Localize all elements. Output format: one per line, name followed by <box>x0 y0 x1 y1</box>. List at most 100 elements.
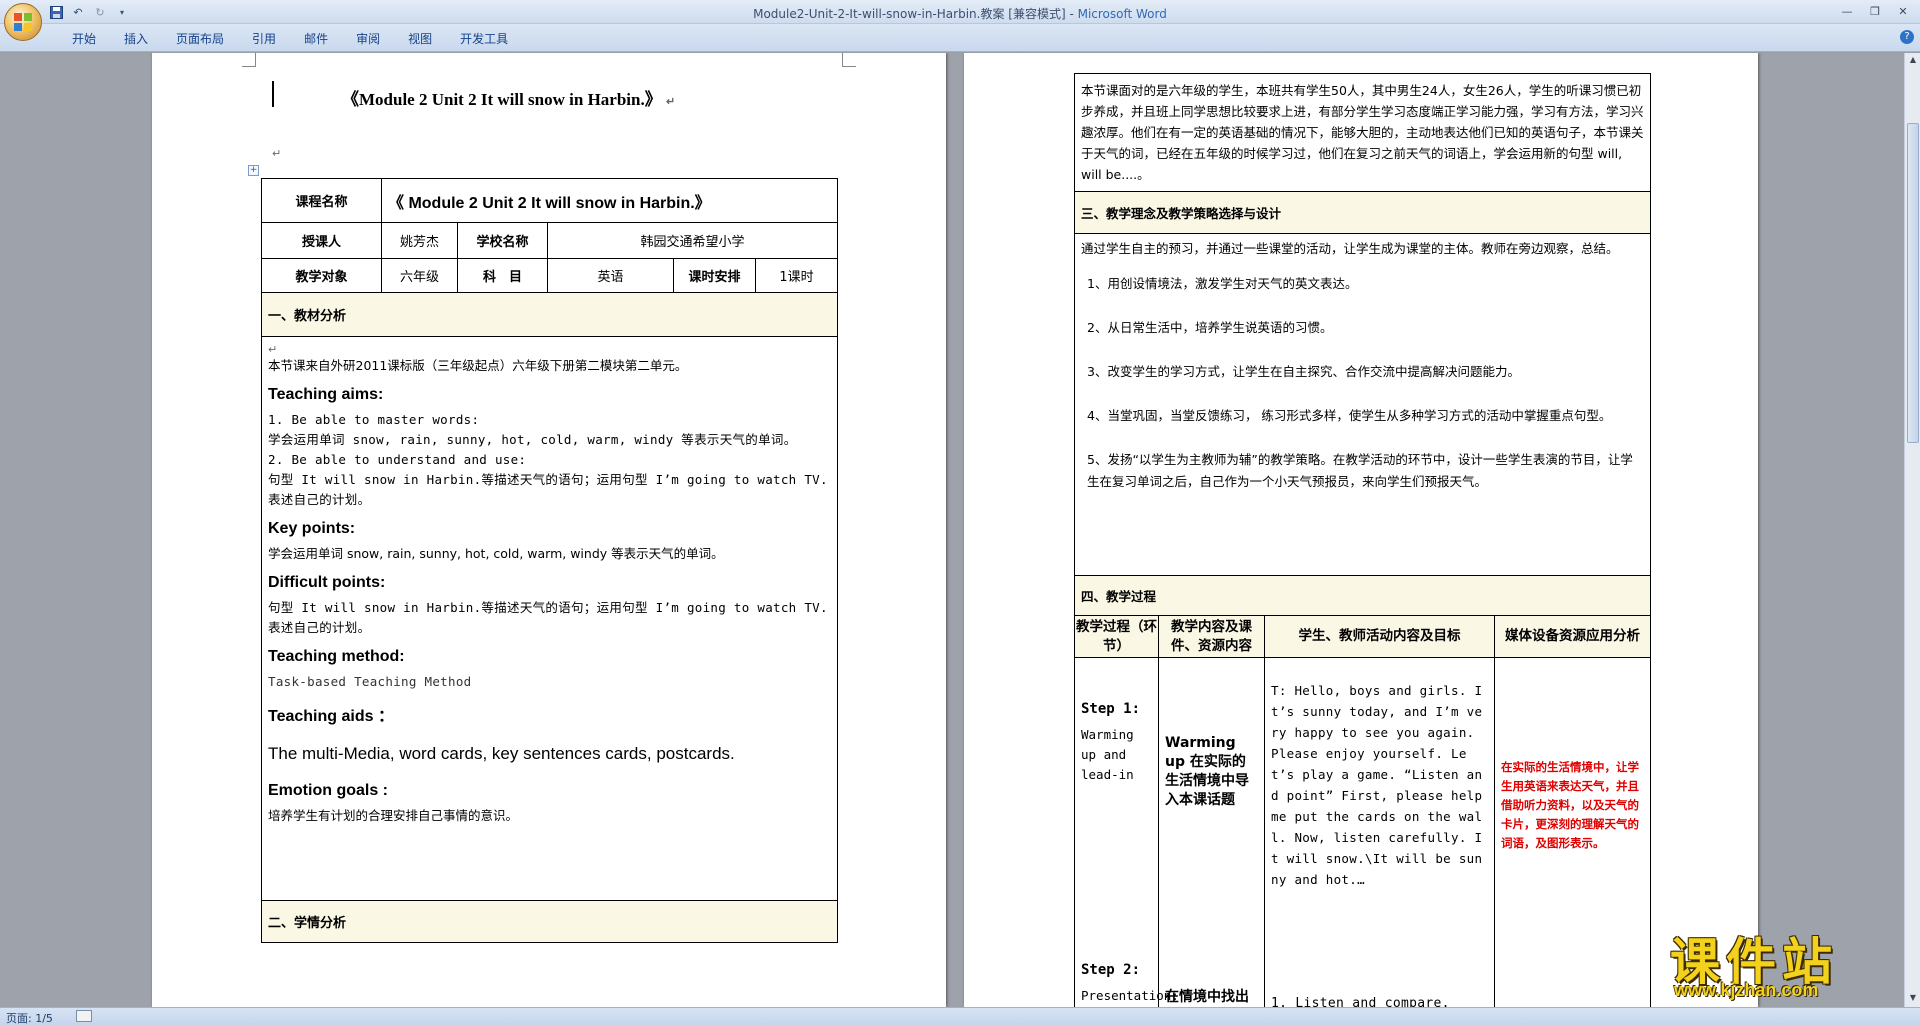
strategy-intro-text: 通过学生自主的预习，并通过一些课堂的活动，让学生成为课堂的主体。教师在旁边观察，… <box>1081 241 1619 256</box>
aim-2-text: 句型 It will snow in Harbin.等描述天气的语句；运用句型 … <box>268 472 828 507</box>
lesson-plan-table: 课程名称 《 Module 2 Unit 2 It will snow in H… <box>261 178 838 943</box>
step-2-label: Step 2: <box>1081 962 1141 978</box>
difficult-points-text: 句型 It will snow in Harbin.等描述天气的语句；运用句型 … <box>268 600 828 635</box>
text-cursor <box>272 81 274 107</box>
section-title-teaching-strategy: 三、教学理念及教学策略选择与设计 <box>1073 191 1652 234</box>
process-activity-cell: T: Hello, boys and girls. It’s sunny tod… <box>1264 657 1495 1007</box>
course-name-value: 《 Module 2 Unit 2 It will snow in Harbin… <box>381 178 838 223</box>
hours-label: 课时安排 <box>673 258 756 293</box>
tab-references[interactable]: 引用 <box>238 30 290 48</box>
strategy-item: 3、改变学生的学习方式，让学生在自主探究、合作交流中提高解决问题能力。 <box>1087 364 1520 379</box>
process-header-stage: 教学过程（环节） <box>1074 615 1159 658</box>
document-heading-text: 《Module 2 Unit 2 It will snow in Harbin.… <box>342 90 662 109</box>
emotion-goals-text: 培养学生有计划的合理安排自己事情的意识。 <box>268 808 519 823</box>
step-2-subtitle: Presentation: <box>1081 988 1179 1003</box>
intro-text: 本节课来自外研2011课标版（三年级起点）六年级下册第二模块第二单元。 <box>268 358 688 373</box>
step-1-subtitle: Warming up and lead-in <box>1081 727 1134 782</box>
teaching-aids-text: The multi-Media, word cards, key sentenc… <box>268 744 735 763</box>
status-bar: 页面: 1/5 <box>0 1007 1920 1025</box>
table-move-handle-icon[interactable]: + <box>248 165 259 176</box>
step-1-label: Step 1: <box>1081 701 1141 717</box>
window-title-document: Module2-Unit-2-It-will-snow-in-Harbin.教案… <box>753 7 1078 21</box>
key-points-text: 学会运用单词 snow, rain, sunny, hot, cold, war… <box>268 546 724 561</box>
restore-icon[interactable]: ❐ <box>1862 2 1888 20</box>
watermark-logo: 课件站 www.kjzhan.com <box>1670 922 1910 1002</box>
window-controls: — ❐ ✕ <box>1834 2 1916 20</box>
vertical-scrollbar[interactable]: ▲ ▼ <box>1904 53 1920 1007</box>
paragraph-mark: ↵ <box>268 343 278 356</box>
aim-2-title: 2. Be able to understand and use: <box>268 452 527 467</box>
tab-view[interactable]: 视图 <box>394 30 446 48</box>
document-workspace[interactable]: 《Module 2 Unit 2 It will snow in Harbin.… <box>0 53 1904 1007</box>
office-logo-icon <box>14 13 34 33</box>
paragraph-mark: ↵ <box>272 147 282 160</box>
ribbon-tab-bar: 开始 插入 页面布局 引用 邮件 审阅 视图 开发工具 ? <box>0 24 1920 52</box>
school-value: 韩园交通希望小学 <box>547 222 838 259</box>
process-content-cell: Warming up 在实际的生活情境中导入本课话题 在情境中找出句子的不 <box>1158 657 1265 1007</box>
tab-insert[interactable]: 插入 <box>110 30 162 48</box>
window-title-app: Microsoft Word <box>1077 7 1167 21</box>
watermark-url: www.kjzhan.com <box>1674 980 1819 1000</box>
teaching-aids-heading: Teaching aids ： <box>268 708 394 725</box>
crop-mark <box>842 53 856 67</box>
close-icon[interactable]: ✕ <box>1890 2 1916 20</box>
target-label: 教学对象 <box>261 258 382 293</box>
hours-value: 1课时 <box>755 258 838 293</box>
teacher-value: 姚芳杰 <box>381 222 458 259</box>
step-1-activity: T: Hello, boys and girls. It’s sunny tod… <box>1271 683 1483 887</box>
paragraph-mark: ↵ <box>666 96 676 108</box>
textbook-analysis-content: ↵ 本节课来自外研2011课标版（三年级起点）六年级下册第二模块第二单元。 Te… <box>261 336 838 901</box>
teaching-method-heading: Teaching method: <box>268 648 405 665</box>
section-title-teaching-process: 四、教学过程 <box>1073 575 1652 616</box>
minimize-icon[interactable]: — <box>1834 2 1860 20</box>
tab-page-layout[interactable]: 页面布局 <box>162 30 238 48</box>
document-page-1[interactable]: 《Module 2 Unit 2 It will snow in Harbin.… <box>152 53 946 1007</box>
step-1-media-analysis: 在实际的生活情境中，让学生用英语来表达天气，并且借助听力资料，以及天气的卡片，更… <box>1501 760 1639 850</box>
aim-1-title: 1. Be able to master words: <box>268 412 480 427</box>
crop-mark <box>242 53 256 67</box>
difficult-points-heading: Difficult points: <box>268 574 386 591</box>
process-header-media: 媒体设备资源应用分析 <box>1493 615 1652 658</box>
document-page-2[interactable]: 本节课面对的是六年级的学生，本班共有学生50人，其中男生24人，女生26人，学生… <box>964 53 1758 1007</box>
tab-review[interactable]: 审阅 <box>342 30 394 48</box>
aim-1-text: 学会运用单词 snow, rain, sunny, hot, cold, war… <box>268 432 797 447</box>
teaching-aims-heading: Teaching aims: <box>268 386 384 403</box>
subject-value: 英语 <box>547 258 674 293</box>
strategy-item: 2、从日常生活中，培养学生说英语的习惯。 <box>1087 320 1333 335</box>
proofing-language-icon[interactable] <box>76 1010 92 1022</box>
key-points-heading: Key points: <box>268 520 356 537</box>
help-icon[interactable]: ? <box>1900 30 1914 44</box>
lesson-plan-table-continued: 本节课面对的是六年级的学生，本班共有学生50人，其中男生24人，女生26人，学生… <box>1073 73 1652 1007</box>
title-bar: ↶ ↻ ▾ Module2-Unit-2-It-will-snow-in-Har… <box>0 0 1920 24</box>
office-button[interactable] <box>4 3 42 41</box>
emotion-goals-heading: Emotion goals : <box>268 782 388 799</box>
teaching-strategy-content: 通过学生自主的预习，并通过一些课堂的活动，让学生成为课堂的主体。教师在旁边观察，… <box>1073 233 1652 576</box>
step-1-content: Warming up 在实际的生活情境中导入本课话题 <box>1165 735 1249 808</box>
scrollbar-thumb[interactable] <box>1907 123 1919 443</box>
strategy-item: 5、发扬“以学生为主教师为辅”的教学策略。在教学活动的环节中，设计一些学生表演的… <box>1087 452 1633 489</box>
process-media-cell: 在实际的生活情境中，让学生用英语来表达天气，并且借助听力资料，以及天气的卡片，更… <box>1493 657 1652 1007</box>
strategy-item: 4、当堂巩固，当堂反馈练习， 练习形式多样，使学生从多种学习方式的活动中掌握重点… <box>1087 408 1612 423</box>
subject-label: 科 目 <box>457 258 548 293</box>
scroll-up-icon[interactable]: ▲ <box>1907 55 1919 67</box>
target-value: 六年级 <box>381 258 458 293</box>
document-heading: 《Module 2 Unit 2 It will snow in Harbin.… <box>342 85 675 110</box>
course-name-label: 课程名称 <box>261 178 382 223</box>
strategy-item: 1、用创设情境法，激发学生对天气的英文表达。 <box>1087 276 1358 291</box>
step-2-activity: 1. Listen and compare. <box>1271 996 1450 1007</box>
window-title: Module2-Unit-2-It-will-snow-in-Harbin.教案… <box>0 5 1920 22</box>
process-header-activity: 学生、教师活动内容及目标 <box>1264 615 1495 658</box>
section-title-student-analysis: 二、学情分析 <box>261 900 838 943</box>
page-count-status[interactable]: 页面: 1/5 <box>6 1010 53 1025</box>
teaching-method-text: Task-based Teaching Method <box>268 674 472 689</box>
teacher-label: 授课人 <box>261 222 382 259</box>
tab-mailings[interactable]: 邮件 <box>290 30 342 48</box>
tab-developer[interactable]: 开发工具 <box>446 30 522 48</box>
process-stage-cell: Step 1: Warming up and lead-in Step 2: P… <box>1074 657 1179 1007</box>
school-label: 学校名称 <box>457 222 548 259</box>
section-title-textbook-analysis: 一、教材分析 <box>261 292 838 337</box>
tab-home[interactable]: 开始 <box>58 30 110 48</box>
step-2-content: 在情境中找出句子的不 <box>1165 989 1249 1005</box>
process-header-content: 教学内容及课件、资源内容 <box>1158 615 1265 658</box>
student-analysis-text: 本节课面对的是六年级的学生，本班共有学生50人，其中男生24人，女生26人，学生… <box>1073 73 1652 192</box>
